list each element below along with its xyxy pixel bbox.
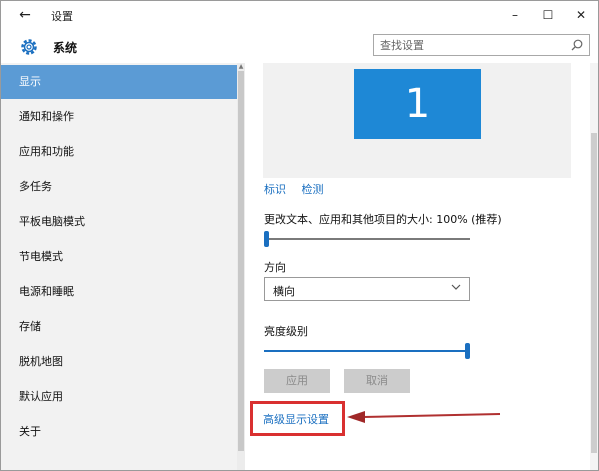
sidebar-item-storage[interactable]: 存储 [1,310,237,344]
detect-link[interactable]: 检测 [302,183,324,196]
brightness-slider[interactable] [264,343,470,359]
sidebar-item-display[interactable]: 显示 [1,65,237,99]
gear-icon [21,39,37,55]
advanced-display-settings-link[interactable]: 高级显示设置 [263,411,329,427]
sidebar-item-tablet-mode[interactable]: 平板电脑模式 [1,205,237,239]
orientation-value: 横向 [273,285,295,298]
scale-label: 更改文本、应用和其他项目的大小: 100% (推荐) [264,213,502,226]
brightness-slider-fill [264,350,468,352]
chevron-down-icon [451,284,461,290]
sidebar-item-default-apps[interactable]: 默认应用 [1,380,237,414]
monitor-1[interactable]: 1 [354,69,481,139]
orientation-dropdown[interactable]: 横向 [264,277,470,301]
close-button[interactable]: ✕ [566,5,596,25]
settings-window: ← 设置 – ☐ ✕ 系统 显示 通知和操作 应用和功能 多任务 平板电脑模式 … [0,0,599,471]
display-panel: 1 标识 检测 更改文本、应用和其他项目的大小: 100% (推荐) 方向 横向… [245,63,590,470]
main-scrollbar[interactable] [590,63,598,470]
sidebar-scroll-thumb[interactable] [238,71,244,451]
window-title: 设置 [51,10,73,23]
sidebar-item-battery-saver[interactable]: 节电模式 [1,240,237,274]
sidebar-item-power-sleep[interactable]: 电源和睡眠 [1,275,237,309]
brightness-label: 亮度级别 [264,325,308,338]
cancel-button[interactable]: 取消 [344,369,410,393]
sidebar: 显示 通知和操作 应用和功能 多任务 平板电脑模式 节电模式 电源和睡眠 存储 … [1,63,237,470]
identify-link[interactable]: 标识 [264,183,286,196]
apply-button[interactable]: 应用 [264,369,330,393]
scale-slider[interactable] [264,231,470,247]
annotation-arrow-icon [347,411,501,423]
minimize-button[interactable]: – [500,5,530,25]
search-icon[interactable] [570,38,584,52]
maximize-button[interactable]: ☐ [533,5,563,25]
scale-slider-thumb[interactable] [264,231,269,247]
orientation-label: 方向 [264,261,286,274]
monitor-preview: 1 [263,63,571,178]
sidebar-scrollbar[interactable]: ▲ [237,63,245,470]
title-bar: ← 设置 – ☐ ✕ [1,1,598,31]
back-button[interactable]: ← [15,5,35,25]
search-box[interactable] [373,34,590,56]
sidebar-item-about[interactable]: 关于 [1,415,237,449]
monitor-links: 标识 检测 [264,181,336,197]
brightness-slider-thumb[interactable] [465,343,470,359]
sidebar-item-multitasking[interactable]: 多任务 [1,170,237,204]
main-scroll-thumb[interactable] [591,133,597,453]
sidebar-item-offline-maps[interactable]: 脱机地图 [1,345,237,379]
section-title: 系统 [53,41,78,55]
sidebar-item-notifications[interactable]: 通知和操作 [1,100,237,134]
search-input[interactable] [380,37,560,53]
sidebar-item-apps[interactable]: 应用和功能 [1,135,237,169]
scroll-up-icon[interactable]: ▲ [237,63,245,71]
